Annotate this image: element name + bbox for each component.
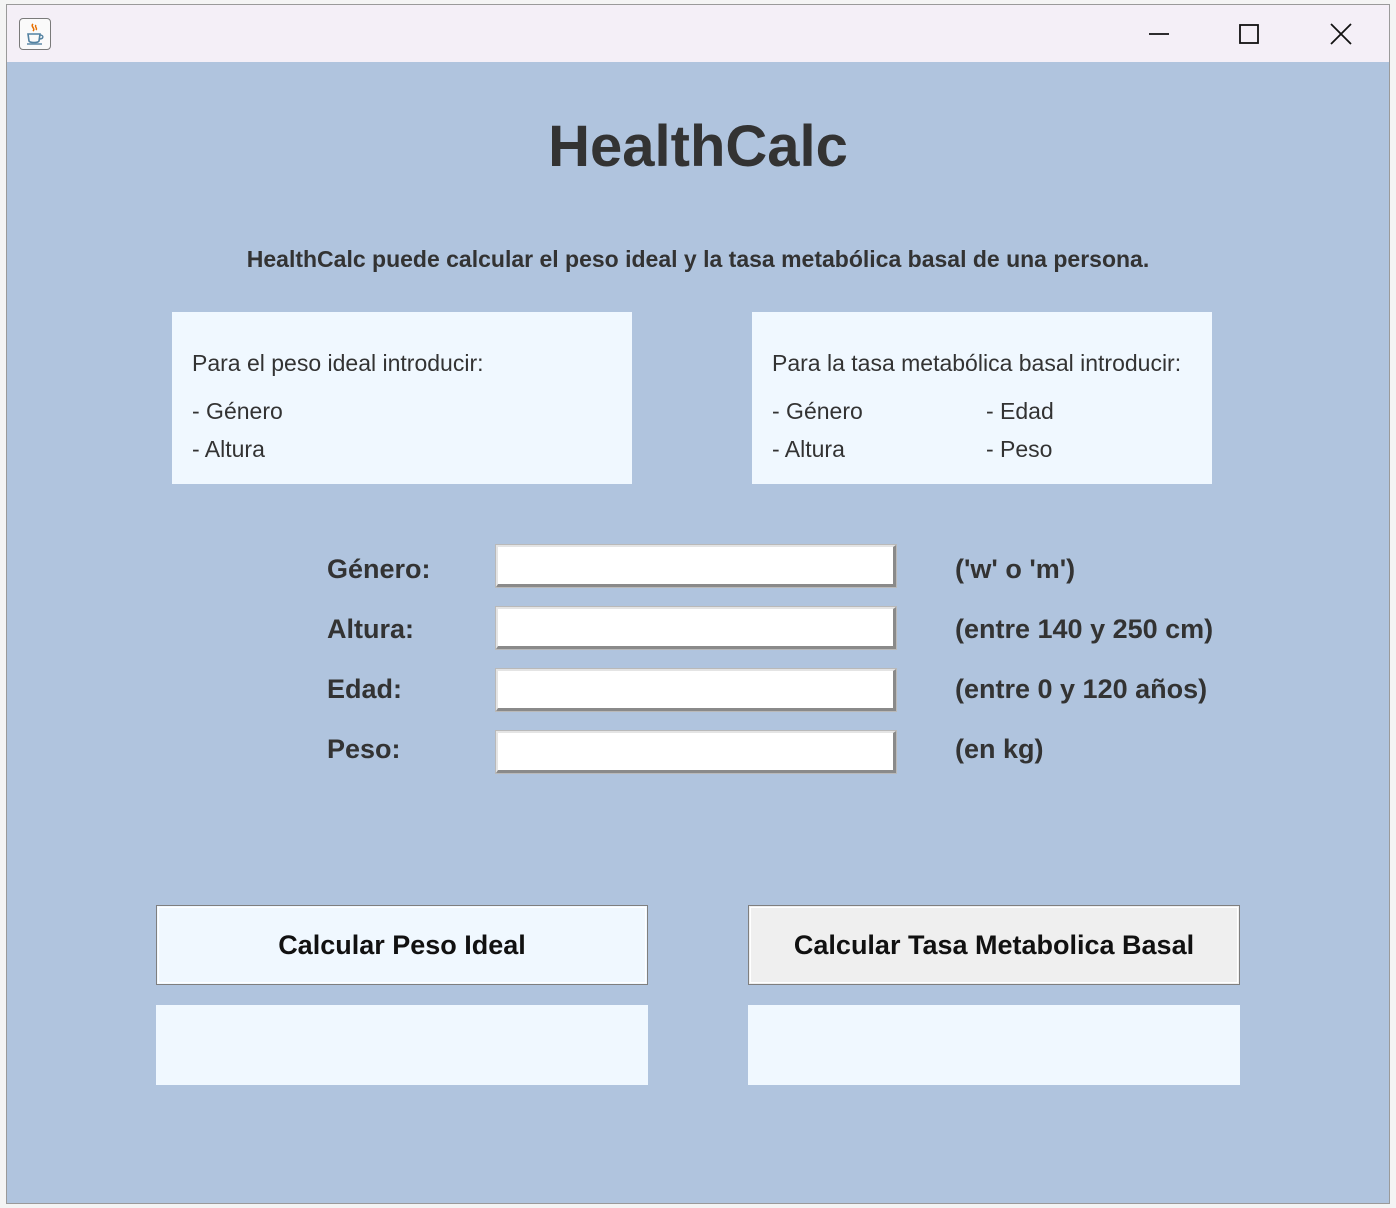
peso-ideal-info-heading: Para el peso ideal introducir:: [192, 350, 484, 376]
info-item-altura: - Altura: [192, 436, 265, 462]
maximize-icon: [1239, 23, 1259, 44]
altura-input[interactable]: [495, 606, 897, 650]
close-button[interactable]: [1295, 5, 1387, 62]
app-window: HealthCalc HealthCalc puede calcular el …: [6, 4, 1390, 1204]
app-title: HealthCalc: [548, 114, 848, 179]
peso-input[interactable]: [495, 730, 897, 774]
info-item-altura: - Altura: [772, 436, 845, 462]
edad-input[interactable]: [495, 668, 897, 712]
genero-hint: ('w' o 'm'): [955, 554, 1076, 584]
tasa-metabolica-info-panel: Para la tasa metabólica basal introducir…: [752, 312, 1212, 484]
info-item-peso: - Peso: [986, 436, 1053, 462]
edad-label: Edad:: [327, 674, 403, 704]
genero-label: Género:: [327, 554, 431, 584]
genero-input[interactable]: [495, 544, 897, 588]
title-bar[interactable]: [7, 5, 1389, 62]
java-cup-icon[interactable]: [19, 18, 51, 50]
app-description: HealthCalc puede calcular el peso ideal …: [246, 246, 1150, 272]
calcular-tasa-metabolica-button[interactable]: Calcular Tasa Metabolica Basal: [748, 905, 1240, 985]
altura-label: Altura:: [327, 614, 414, 644]
minimize-icon: [1149, 32, 1169, 35]
info-item-edad: - Edad: [986, 398, 1054, 424]
minimize-button[interactable]: [1113, 5, 1205, 62]
altura-hint: (entre 140 y 250 cm): [955, 614, 1214, 644]
peso-ideal-info-panel: Para el peso ideal introducir: - Género …: [172, 312, 632, 484]
maximize-button[interactable]: [1203, 5, 1295, 62]
peso-label: Peso:: [327, 734, 401, 764]
close-icon: [1330, 22, 1352, 45]
peso-hint: (en kg): [955, 734, 1044, 764]
tasa-metabolica-result: [748, 1005, 1240, 1085]
edad-hint: (entre 0 y 120 años): [955, 674, 1208, 704]
info-item-genero: - Género: [772, 398, 863, 424]
tasa-metabolica-info-heading: Para la tasa metabólica basal introducir…: [772, 350, 1182, 376]
info-item-genero: - Género: [192, 398, 283, 424]
peso-ideal-result: [156, 1005, 648, 1085]
calcular-peso-ideal-button[interactable]: Calcular Peso Ideal: [156, 905, 648, 985]
